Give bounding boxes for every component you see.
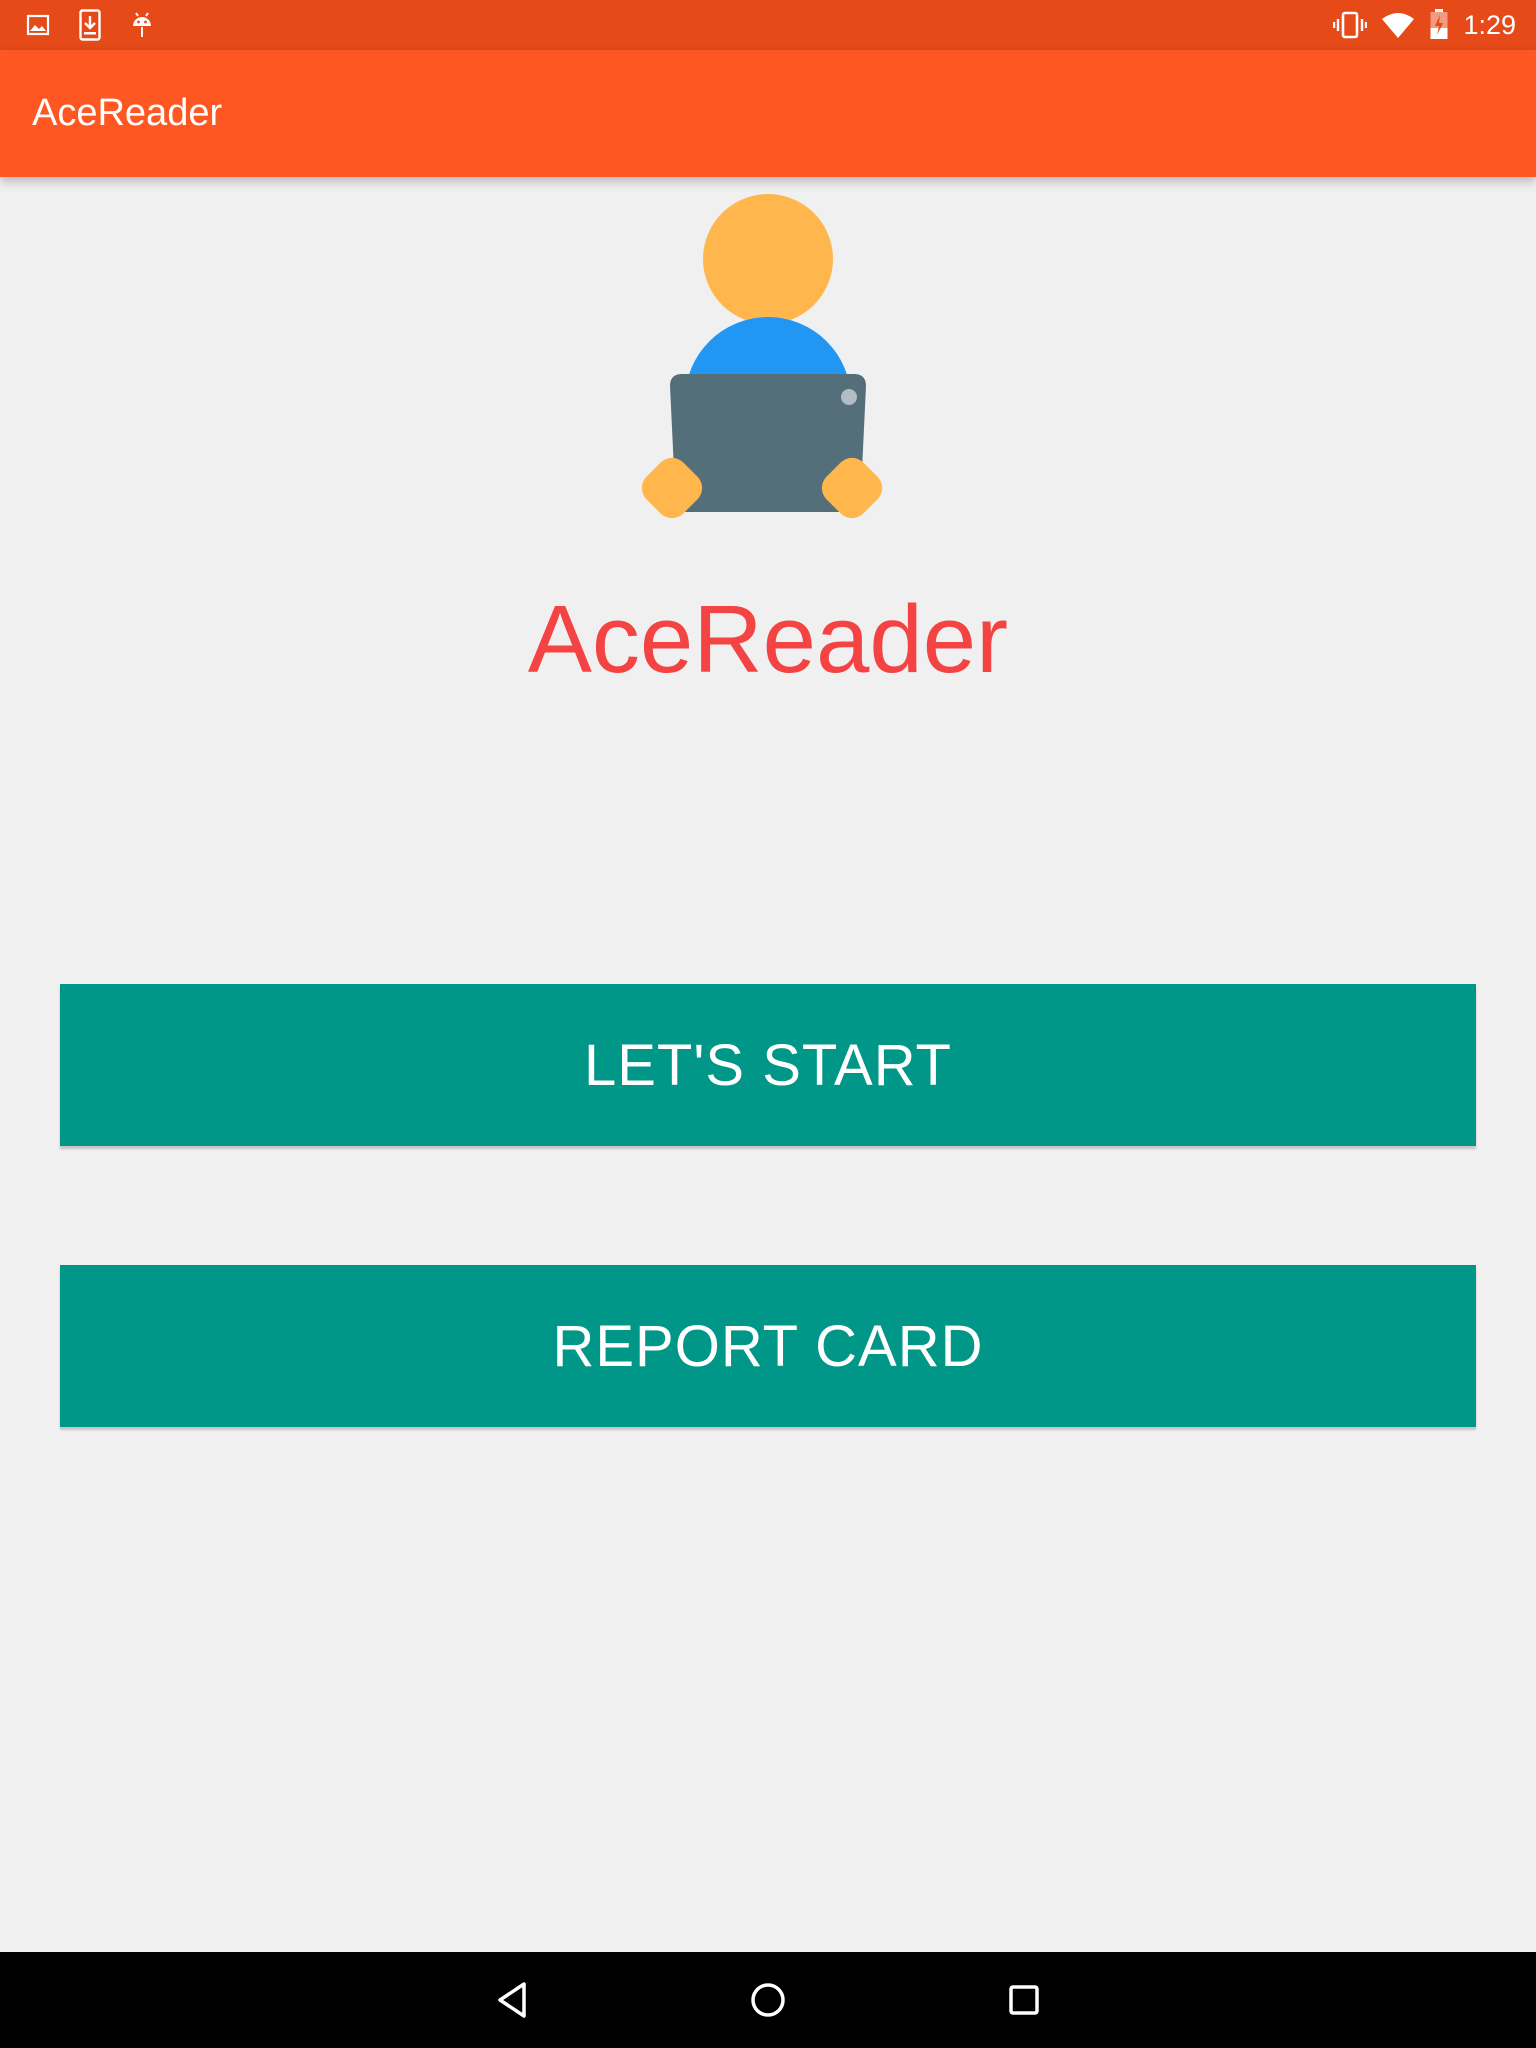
status-bar: 1:29 — [0, 0, 1536, 50]
app-bar: AceReader — [0, 50, 1536, 177]
system-icons: 1:29 — [1319, 9, 1516, 41]
notification-icons — [24, 8, 180, 42]
reader-illustration — [638, 190, 898, 530]
app-bar-title: AceReader — [32, 92, 223, 134]
back-icon[interactable] — [452, 1952, 572, 2048]
home-icon[interactable] — [708, 1952, 828, 2048]
app-name-heading: AceReader — [527, 586, 1009, 693]
status-time: 1:29 — [1463, 9, 1516, 40]
reader-head — [703, 194, 833, 324]
android-debug-icon — [128, 8, 156, 42]
battery-icon — [1429, 9, 1449, 41]
tablet-camera — [841, 389, 857, 405]
vibrate-icon — [1333, 10, 1368, 40]
screen: 1:29 AceReader AceReader LET'S START REP… — [0, 0, 1536, 2048]
recents-icon[interactable] — [964, 1952, 1084, 2048]
navigation-bar — [0, 1952, 1536, 2048]
image-icon — [24, 8, 52, 42]
wifi-icon — [1381, 11, 1415, 39]
report-card-button[interactable]: REPORT CARD — [60, 1265, 1476, 1427]
lets-start-button[interactable]: LET'S START — [60, 984, 1476, 1146]
download-icon — [76, 8, 104, 42]
